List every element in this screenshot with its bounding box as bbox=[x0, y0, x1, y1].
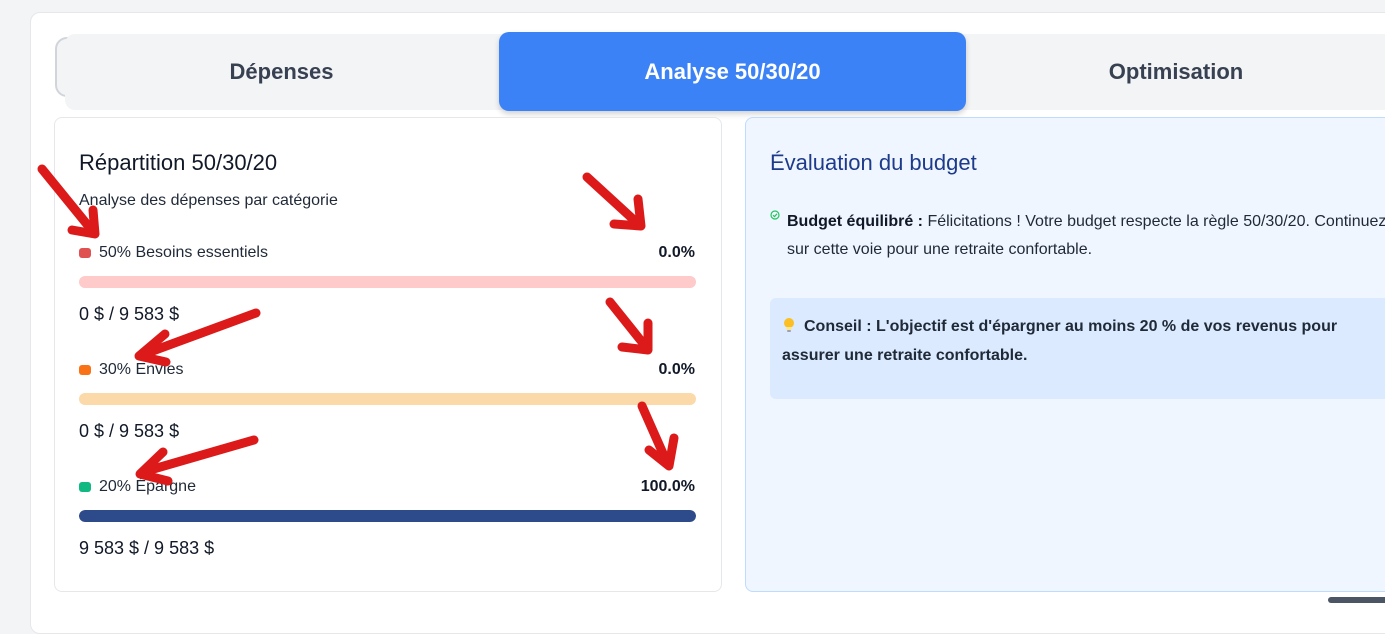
category-wants-amount: 0 $ / 9 583 $ bbox=[79, 421, 180, 441]
category-needs-label: 50% Besoins essentiels bbox=[79, 244, 268, 262]
category-needs-percent: 0.0% bbox=[658, 244, 695, 261]
scrollbar-thumb[interactable] bbox=[1328, 597, 1385, 603]
tab-depenses[interactable]: Dépenses bbox=[65, 32, 498, 112]
evaluation-status: Budget équilibré : Félicitations ! Votre… bbox=[787, 208, 1385, 264]
category-savings-progress-bar bbox=[79, 510, 696, 522]
category-name: 50% Besoins essentiels bbox=[99, 244, 268, 261]
category-dot bbox=[79, 365, 91, 375]
breakdown-title: Répartition 50/30/20 bbox=[79, 150, 278, 175]
tip-content: Conseil : L'objectif est d'épargner au m… bbox=[782, 312, 1372, 370]
category-savings-amount: 9 583 $ / 9 583 $ bbox=[79, 538, 215, 558]
lightbulb-icon bbox=[784, 318, 794, 332]
category-dot bbox=[79, 248, 91, 258]
tab-optimisation[interactable]: Optimisation bbox=[966, 32, 1385, 112]
tip-label: Conseil : bbox=[804, 318, 872, 335]
category-savings-label: 20% Épargne bbox=[79, 478, 196, 496]
category-name: 30% Envies bbox=[99, 361, 184, 378]
breakdown-subtitle: Analyse des dépenses par catégorie bbox=[79, 192, 338, 209]
evaluation-title: Évaluation du budget bbox=[770, 150, 977, 175]
category-dot bbox=[79, 482, 91, 492]
category-needs-amount: 0 $ / 9 583 $ bbox=[79, 304, 180, 324]
category-wants-label: 30% Envies bbox=[79, 361, 184, 379]
check-circle-icon bbox=[770, 210, 780, 220]
category-savings-percent: 100.0% bbox=[640, 478, 695, 495]
category-wants-progress-bar bbox=[79, 393, 696, 405]
progress-fill bbox=[79, 510, 696, 522]
category-name: 20% Épargne bbox=[99, 478, 196, 495]
status-label: Budget équilibré : bbox=[787, 213, 923, 230]
category-needs-progress-bar bbox=[79, 276, 696, 288]
tab-analyse[interactable]: Analyse 50/30/20 bbox=[499, 32, 966, 111]
category-wants-percent: 0.0% bbox=[658, 361, 695, 378]
